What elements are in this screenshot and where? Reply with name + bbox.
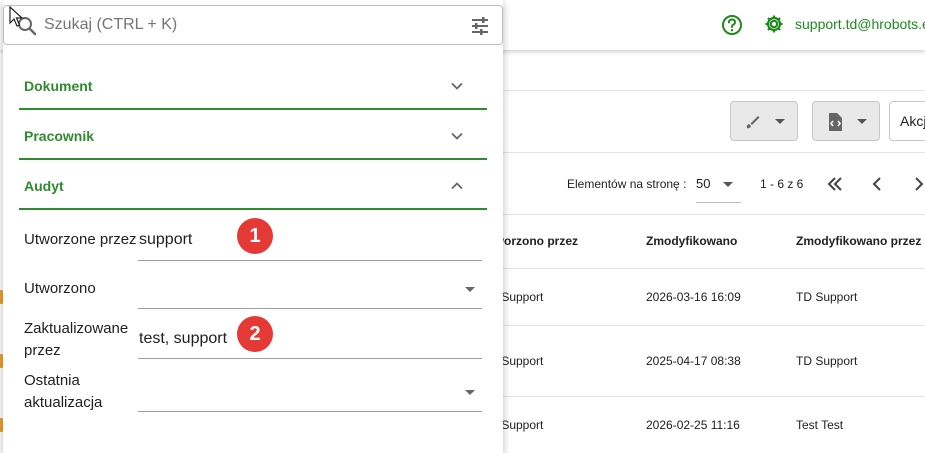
- chevron-down-icon: [451, 82, 463, 90]
- section-label: Dokument: [24, 78, 93, 94]
- previous-page-icon[interactable]: [868, 175, 886, 193]
- annotation-badge: 2: [237, 316, 273, 352]
- input-underline: [138, 308, 482, 309]
- annotation-badge: 1: [237, 218, 273, 254]
- table-cell-modified: 2026-03-16 16:09: [646, 290, 741, 304]
- row-divider: [503, 396, 925, 397]
- field-label-last-update: Ostatnia aktualizacja: [24, 372, 103, 411]
- input-underline: [138, 358, 482, 359]
- column-header-modified-by[interactable]: Zmodyfikowano przez: [796, 234, 921, 248]
- divider: [503, 90, 925, 91]
- page-size-underline: [696, 202, 741, 203]
- table-cell-modified-by: Test Test: [796, 418, 844, 432]
- caret-down-icon[interactable]: [465, 287, 475, 292]
- created-by-input[interactable]: support: [139, 231, 192, 249]
- table-cell-modified: 2026-02-25 11:16: [646, 418, 740, 432]
- search-bar[interactable]: [3, 5, 503, 45]
- next-page-icon[interactable]: [910, 175, 925, 193]
- row-divider: [503, 268, 925, 269]
- field-label-updated-by: Zaktualizowane przez: [24, 320, 129, 359]
- field-label-created-by: Utworzone przez: [24, 231, 137, 248]
- section-employee[interactable]: Pracownik: [19, 112, 487, 160]
- tune-icon[interactable]: [470, 16, 490, 36]
- section-label: Audyt: [24, 178, 64, 194]
- first-page-icon[interactable]: [826, 175, 844, 193]
- caret-down-icon: [857, 119, 867, 124]
- chevron-down-icon: [451, 132, 463, 140]
- caret-down-icon[interactable]: [465, 390, 475, 395]
- export-menu-button[interactable]: [812, 101, 880, 141]
- section-document[interactable]: Dokument: [19, 62, 487, 110]
- user-email-link[interactable]: support.td@hrobots.eu: [795, 16, 925, 32]
- page-size-select[interactable]: 50: [696, 176, 710, 191]
- table-cell-modified-by: TD Support: [796, 290, 858, 304]
- pager-label: Elementów na stronę :: [567, 177, 687, 191]
- table-cell-modified-by: TD Support: [796, 354, 858, 368]
- section-audit[interactable]: Audyt: [19, 162, 487, 210]
- row-divider: [503, 325, 925, 326]
- pager-range: 1 - 6 z 6: [760, 177, 804, 191]
- updated-by-input[interactable]: test, support: [139, 330, 227, 348]
- chevron-up-icon: [451, 182, 463, 190]
- gear-icon[interactable]: [763, 13, 785, 35]
- caret-down-icon: [723, 182, 733, 187]
- input-underline: [138, 411, 482, 412]
- table-cell-modified: 2025-04-17 08:38: [646, 354, 741, 368]
- edit-menu-button[interactable]: [730, 101, 798, 141]
- brush-icon: [746, 116, 760, 129]
- search-input[interactable]: [44, 11, 444, 39]
- help-icon[interactable]: [721, 14, 743, 36]
- section-label: Pracownik: [24, 128, 95, 144]
- divider: [503, 152, 925, 153]
- actions-button[interactable]: Akcje: [889, 101, 925, 141]
- code-file-icon: [829, 113, 842, 131]
- column-header-modified[interactable]: Zmodyfikowano: [646, 234, 737, 248]
- caret-down-icon: [775, 119, 785, 124]
- divider: [503, 214, 925, 215]
- input-underline: [138, 260, 482, 261]
- mouse-cursor-icon: [9, 6, 24, 27]
- field-label-created: Utworzono: [24, 280, 96, 297]
